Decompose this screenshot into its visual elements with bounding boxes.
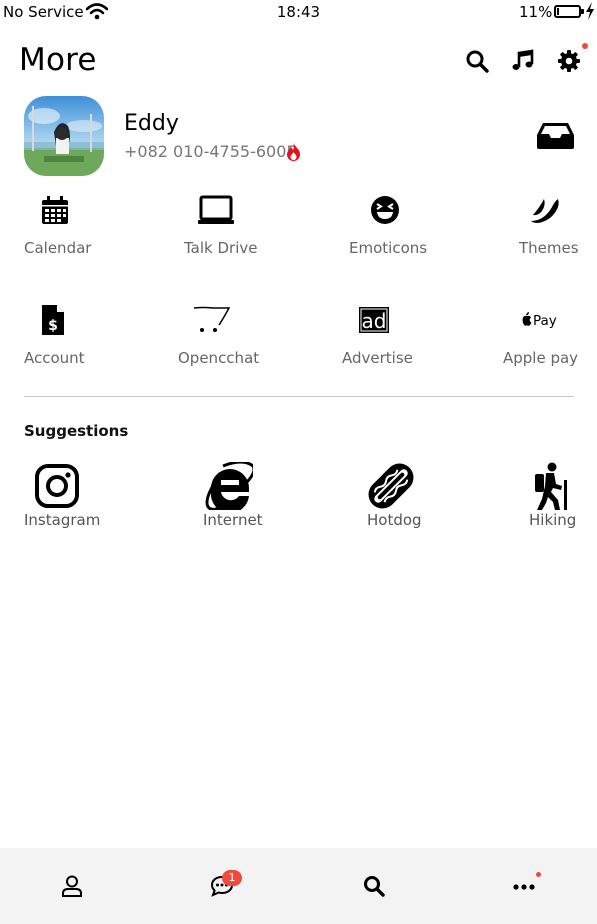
chat-badge: 1 — [222, 870, 242, 886]
suggestion-hiking[interactable]: Hiking — [524, 462, 597, 530]
battery-icon — [554, 5, 584, 18]
page-title: More — [19, 42, 97, 78]
hotdog-icon — [368, 463, 414, 509]
svg-text:Pay: Pay — [533, 313, 557, 329]
suggestions-title: Suggestions — [24, 422, 129, 440]
menu-item-label: Talk Drive — [184, 239, 258, 257]
inbox-icon[interactable] — [536, 122, 575, 150]
laughing-face-icon — [371, 196, 399, 224]
suggestion-instagram[interactable]: Instagram — [24, 462, 104, 530]
search-icon[interactable] — [362, 874, 386, 898]
hiking-icon — [535, 462, 567, 510]
suggestion-hotdog[interactable]: Hotdog — [367, 462, 447, 530]
settings-notification-dot — [582, 43, 588, 49]
menu-item-label: Advertise — [342, 349, 413, 367]
search-icon[interactable] — [465, 49, 489, 73]
menu-item-label: Apple pay — [503, 349, 579, 367]
menu-item-talk-drive[interactable]: Talk Drive — [184, 195, 274, 265]
menu-item-label: Calendar — [24, 239, 92, 257]
menu-item-advertise[interactable]: ad Advertise — [342, 305, 432, 375]
profile-phone: +082 010-4755-6005 — [124, 142, 297, 161]
more-notification-dot — [536, 872, 541, 877]
cart-icon — [193, 306, 231, 332]
menu-item-calendar[interactable]: Calendar — [24, 195, 114, 265]
battery-level — [557, 8, 559, 15]
profile-name: Eddy — [124, 111, 179, 136]
svg-text:$: $ — [48, 318, 58, 334]
divider — [24, 396, 574, 397]
person-icon[interactable] — [60, 874, 84, 898]
avatar[interactable] — [24, 96, 104, 176]
menu-item-themes[interactable]: Themes — [514, 195, 597, 265]
battery-percent: 11% — [519, 3, 553, 21]
gear-icon[interactable] — [557, 49, 581, 73]
clock: 18:43 — [276, 3, 321, 21]
instagram-icon — [35, 464, 79, 508]
suggestion-internet[interactable]: Internet — [203, 462, 283, 530]
menu-item-apple-pay[interactable]: Pay Apple pay — [503, 305, 593, 375]
suggestion-label: Hotdog — [367, 511, 422, 529]
suggestion-label: Hiking — [529, 511, 577, 529]
dollar-document-icon: $ — [42, 305, 64, 335]
menu-item-label: Themes — [519, 239, 579, 257]
menu-item-label: Account — [24, 349, 85, 367]
laptop-icon — [198, 195, 234, 224]
charging-bolt-icon — [586, 2, 594, 20]
more-dots-icon[interactable] — [512, 874, 536, 898]
menu-item-emoticons[interactable]: Emoticons — [349, 195, 439, 265]
bottom-tab-bar — [0, 848, 597, 924]
flame-icon — [287, 143, 300, 161]
menu-item-account[interactable]: $ Account — [24, 305, 114, 375]
suggestion-label: Internet — [203, 511, 263, 529]
menu-item-label: Opencchat — [178, 349, 260, 367]
music-note-icon[interactable] — [511, 49, 535, 73]
brush-stroke-icon — [531, 199, 559, 223]
apple-pay-icon: Pay — [522, 312, 557, 329]
internet-explorer-icon — [205, 462, 253, 510]
suggestion-label: Instagram — [24, 511, 101, 529]
status-bar: No Service 18:43 11% — [0, 0, 597, 24]
menu-item-label: Emoticons — [349, 239, 428, 257]
ad-icon: ad — [359, 307, 389, 333]
calendar-icon — [42, 196, 68, 224]
menu-item-opencchat[interactable]: Opencchat — [178, 305, 268, 375]
svg-text:ad: ad — [362, 309, 387, 333]
